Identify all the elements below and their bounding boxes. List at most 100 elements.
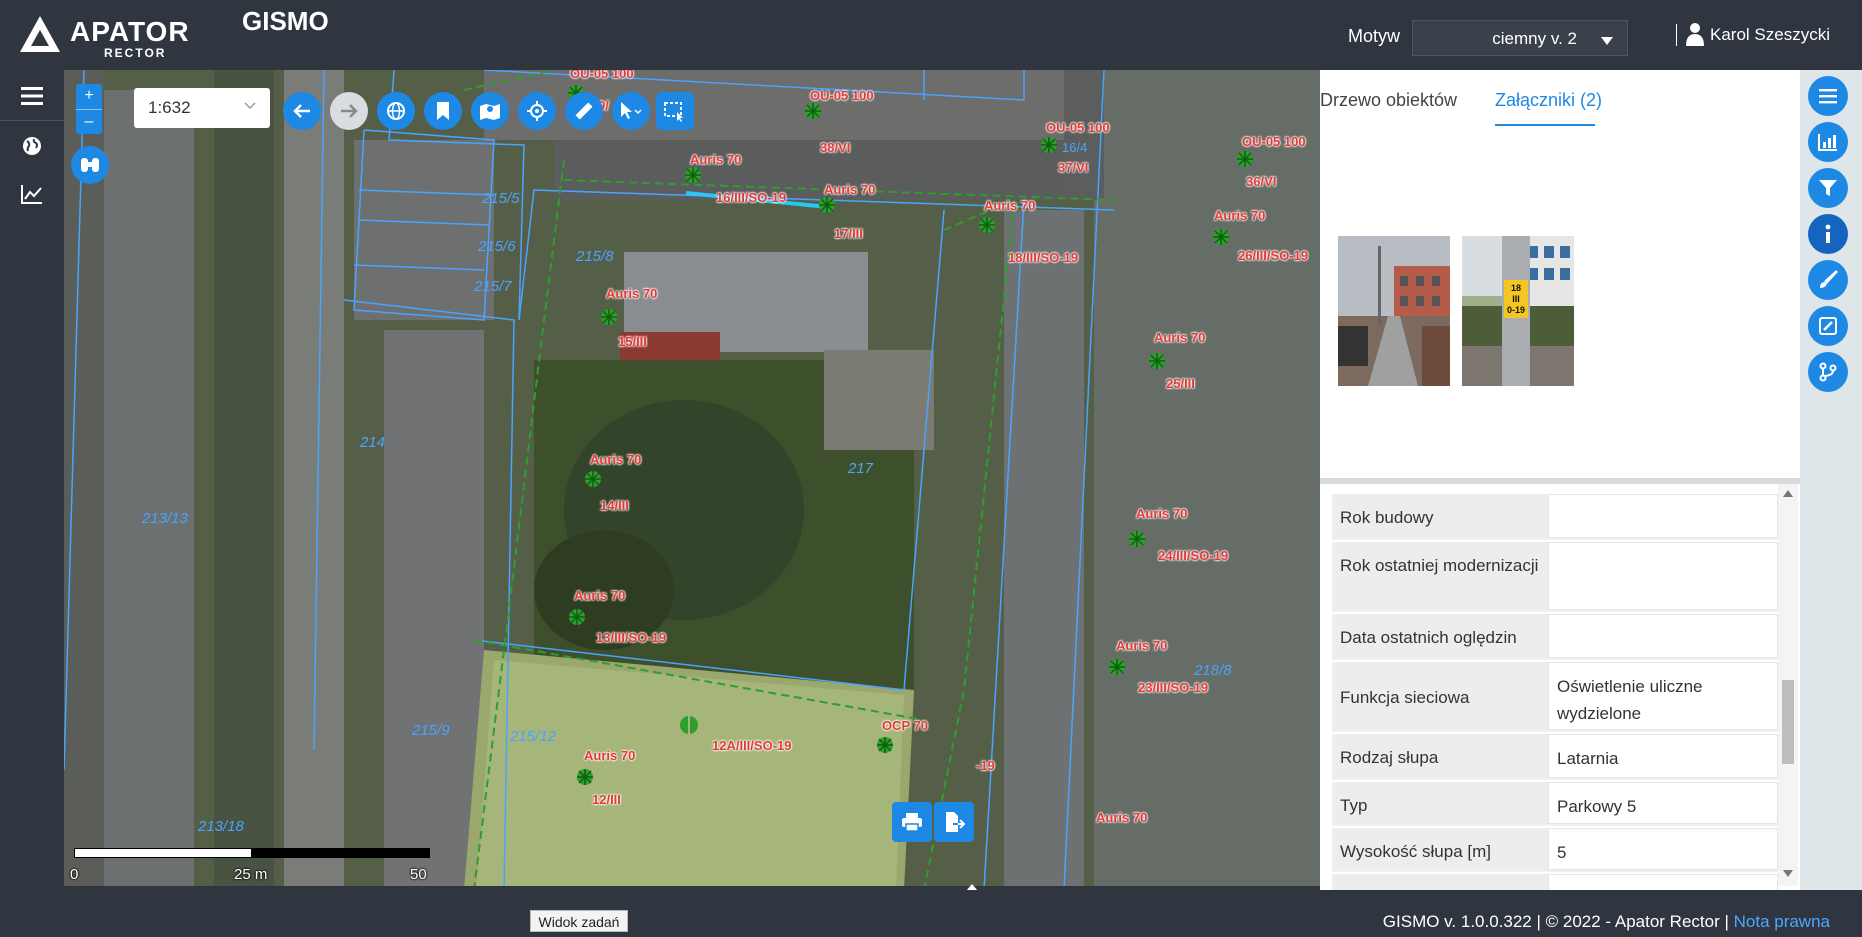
scroll-down-icon[interactable]: [1783, 870, 1793, 877]
property-value: Oświetlenie uliczne wydzielone: [1548, 662, 1778, 730]
pole-marker-icon[interactable]: [1234, 148, 1256, 170]
scrollbar-thumb[interactable]: [1782, 680, 1794, 764]
properties-scrollbar[interactable]: [1778, 484, 1798, 886]
pole-marker-icon[interactable]: [1038, 134, 1060, 156]
pole-marker-icon[interactable]: [1106, 656, 1128, 678]
pole-marker-icon[interactable]: [1126, 528, 1148, 550]
pole-marker-icon[interactable]: [582, 468, 604, 490]
pole-type-label: Auris 70: [590, 452, 642, 467]
arrow-left-icon: [293, 104, 310, 118]
property-value: Stal ocynkowana: [1548, 874, 1778, 890]
map-view[interactable]: 215/5 215/6 215/7 215/8 214 213/13 217 2…: [64, 70, 1320, 890]
arrow-right-icon: [341, 104, 358, 118]
tab-object-tree[interactable]: Drzewo obiektów: [1320, 90, 1457, 111]
info-icon: [1825, 224, 1831, 243]
attachment-thumbnail[interactable]: [1338, 236, 1450, 386]
legal-note-link[interactable]: Nota prawna: [1734, 912, 1830, 931]
forward-button[interactable]: [330, 92, 368, 130]
property-value: Parkowy 5: [1548, 782, 1778, 824]
pole-marker-icon[interactable]: [1146, 350, 1168, 372]
zoom-control: + –: [76, 84, 102, 134]
box-select-button[interactable]: [656, 92, 694, 130]
printer-icon: [902, 813, 922, 832]
zoom-in-button[interactable]: +: [76, 84, 102, 109]
property-key: Rodzaj słupa: [1332, 734, 1548, 778]
globe-button[interactable]: [377, 92, 415, 130]
globe-icon[interactable]: [14, 128, 50, 164]
menu-button[interactable]: [1808, 76, 1848, 116]
pole-id-label: 24/III/SO-19: [1158, 548, 1229, 563]
branch-button[interactable]: [1808, 352, 1848, 392]
binoculars-button[interactable]: [71, 146, 109, 184]
theme-select[interactable]: ciemny v. 2: [1412, 20, 1628, 56]
back-button[interactable]: [283, 92, 321, 130]
table-row: Wysokość słupa [m] 5: [1332, 828, 1778, 872]
cursor-icon: [621, 102, 642, 119]
pole-type-label: OCP 70: [882, 718, 929, 733]
logo-sub-text: RECTOR: [104, 46, 167, 60]
table-row: Funkcja sieciowa Oświetlenie uliczne wyd…: [1332, 662, 1778, 732]
panel-tabs: Drzewo obiektów Załączniki (2): [1320, 70, 1800, 132]
property-key: Funkcja sieciowa: [1332, 662, 1548, 730]
property-value: 5: [1548, 828, 1778, 870]
edit-button[interactable]: [1808, 306, 1848, 346]
pole-marker-icon[interactable]: [976, 214, 998, 236]
apator-logo-icon: [20, 16, 60, 52]
zoom-out-button[interactable]: –: [76, 109, 102, 134]
pole-marker-icon[interactable]: [598, 306, 620, 328]
property-key: Data ostatnich oględzin: [1332, 614, 1548, 658]
pole-marker-icon[interactable]: [566, 606, 588, 628]
export-button[interactable]: [934, 802, 974, 842]
scroll-up-icon[interactable]: [1783, 490, 1793, 497]
pole-type-label: OU-05 100: [1046, 120, 1110, 135]
user-icon: [1686, 23, 1704, 46]
scalebar-segment: [74, 848, 252, 858]
bookmark-button[interactable]: [424, 92, 462, 130]
pole-type-label: OU-05 100: [570, 70, 634, 81]
pole-marker-icon[interactable]: [874, 734, 896, 756]
scale-select[interactable]: 1:632: [134, 88, 270, 128]
hamburger-menu-icon[interactable]: [14, 78, 50, 114]
edit-icon: [1819, 317, 1837, 335]
pole-marker-icon[interactable]: [678, 714, 700, 736]
pole-type-label: Auris 70: [984, 198, 1036, 213]
pole-id-label: 23/III/SO-19: [1138, 680, 1209, 695]
scalebar-label: 0: [70, 866, 79, 883]
attachment-thumbnail[interactable]: 18 III 0-19: [1462, 236, 1574, 386]
pole-marker-icon[interactable]: [802, 100, 824, 122]
measure-button[interactable]: [565, 92, 603, 130]
apator-logo[interactable]: APATOR RECTOR: [18, 14, 198, 60]
info-button[interactable]: [1808, 214, 1848, 254]
sign-line: 0-19: [1506, 305, 1525, 315]
pole-marker-icon[interactable]: [682, 164, 704, 186]
version-info: GISMO v. 1.0.0.322 | © 2022 - Apator Rec…: [1383, 912, 1830, 932]
pole-type-label: Auris 70: [1214, 208, 1266, 223]
logo-main-text: APATOR: [70, 16, 190, 47]
property-key: Rok ostatniej modernizacji: [1332, 542, 1548, 610]
caret-down-icon: [1601, 37, 1613, 45]
property-key: Rok budowy: [1332, 494, 1548, 538]
pole-id-label: 37/VI: [1058, 160, 1089, 175]
chevron-down-icon: [244, 102, 256, 110]
pole-id-label: 13/III/SO-19: [596, 630, 667, 645]
tab-attachments[interactable]: Załączniki (2): [1495, 90, 1602, 111]
app-footer: Widok zadań GISMO v. 1.0.0.322 | © 2022 …: [0, 890, 1862, 937]
line-chart-icon[interactable]: [14, 176, 50, 212]
menu-icon: [1819, 89, 1837, 104]
task-view-tooltip: Widok zadań: [530, 910, 628, 932]
table-row: Rok ostatniej modernizacji: [1332, 542, 1778, 612]
pole-marker-icon[interactable]: [816, 194, 838, 216]
chart-button[interactable]: [1808, 122, 1848, 162]
map-marker-button[interactable]: [471, 92, 509, 130]
globe-icon: [387, 102, 405, 120]
file-export-icon: [946, 812, 965, 832]
print-button[interactable]: [892, 802, 932, 842]
pole-marker-icon[interactable]: [1210, 226, 1232, 248]
select-tool-button[interactable]: [612, 92, 650, 130]
panel-splitter[interactable]: [1320, 478, 1800, 484]
pole-marker-icon[interactable]: [574, 766, 596, 788]
filter-button[interactable]: [1808, 168, 1848, 208]
locate-button[interactable]: [518, 92, 556, 130]
crosshair-icon: [527, 101, 547, 121]
brush-button[interactable]: [1808, 260, 1848, 300]
